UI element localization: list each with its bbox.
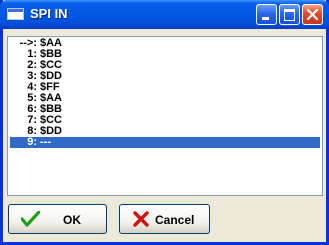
spi-data-list[interactable]: -->: $AA 1: $BB 2: $CC 3: $DD 4: $FF 5: $AA 6: $BB 7: $…	[7, 36, 323, 196]
list-item-selected[interactable]: 9: ---	[10, 137, 320, 148]
minimize-button[interactable]	[256, 4, 277, 25]
title-bar[interactable]: SPI IN	[0, 0, 329, 29]
cancel-button-label: Cancel	[155, 213, 195, 227]
x-icon	[133, 211, 149, 230]
ok-button-label: OK	[63, 213, 81, 227]
close-icon	[307, 9, 318, 20]
list-item-value: ---	[40, 136, 51, 148]
ok-button[interactable]: OK	[8, 204, 107, 234]
maximize-button[interactable]	[279, 4, 300, 25]
spi-in-window: SPI IN -->: $AA 1: $BB 2: $CC 3: $DD 4: $FF 5: $AA 6…	[0, 0, 329, 245]
checkmark-icon	[20, 210, 41, 230]
list-item-index: 9:	[27, 136, 37, 148]
window-icon	[7, 8, 24, 20]
cancel-button[interactable]: Cancel	[119, 204, 210, 234]
window-title: SPI IN	[30, 6, 68, 21]
close-button[interactable]	[302, 4, 323, 25]
list-item[interactable]: 8: $DD	[10, 126, 320, 137]
